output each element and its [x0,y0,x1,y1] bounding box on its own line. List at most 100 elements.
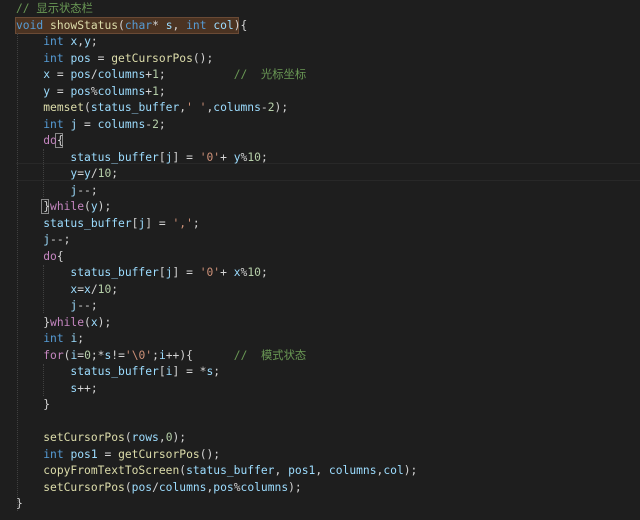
code-token-punctuation [16,332,43,345]
code-line[interactable]: for(i=0;*s!='\0';i++){ // 模式状态 [16,348,306,364]
code-line[interactable]: int x,y; [16,34,98,50]
code-token-punctuation [43,19,50,32]
code-token-control-keyword: while [50,315,85,329]
code-token-punctuation: ;* [90,348,105,362]
code-line[interactable]: int j = columns-2; [16,117,166,133]
code-token-punctuation: ] = [145,216,173,230]
code-line[interactable]: status_buffer[j] = '0'+ y%10; [16,150,267,166]
code-token-identifier: pos [131,480,153,494]
code-line[interactable]: setCursorPos(rows,0); [16,430,186,446]
code-line[interactable]: } [16,496,23,512]
code-token-punctuation: - [260,101,268,114]
code-token-keyword: int [43,117,64,131]
code-token-punctuation [16,365,70,378]
code-token-punctuation: / [90,167,98,180]
code-line[interactable]: memset(status_buffer,' ',columns-2); [16,100,288,116]
code-token-function-name: memset [43,101,85,114]
code-line[interactable]: s++; [16,381,97,397]
code-token-number-literal: 2 [152,117,159,131]
code-editor[interactable]: // 显示状态栏 void showStatus(char* s, int col… [0,0,640,520]
code-token-punctuation: ; [152,348,159,362]
code-token-identifier: columns [240,480,289,494]
code-token-punctuation: ; [77,332,85,345]
code-token-identifier: i [158,348,166,362]
code-token-punctuation [16,101,43,114]
code-token-punctuation: = [90,51,112,65]
code-line[interactable]: status_buffer[j] = ','; [16,216,199,232]
code-token-punctuation: ; [260,266,268,279]
code-token-identifier: status_buffer [70,365,159,378]
code-line[interactable]: void showStatus(char* s, int col){ [16,18,247,34]
code-line[interactable]: }while(y); [16,199,111,215]
code-token-punctuation [16,151,70,164]
code-token-string-literal: '0' [199,150,221,164]
code-line[interactable]: copyFromTextToScreen(status_buffer, pos1… [16,463,417,479]
code-line[interactable]: j--; [16,298,98,314]
code-line[interactable]: do{ [16,133,63,149]
code-token-punctuation: } [16,315,51,329]
code-token-punctuation: , [315,464,329,477]
code-line[interactable]: // 显示状态栏 [16,1,93,17]
code-token-punctuation: = [77,117,98,131]
code-line[interactable]: int i; [16,331,84,347]
code-token-string-literal: '0' [199,266,221,279]
code-token-identifier: x [84,282,91,296]
code-line[interactable]: } [16,397,50,413]
code-line[interactable]: j--; [16,183,97,199]
code-token-identifier: status_buffer [70,266,159,279]
code-line[interactable]: int pos = getCursorPos(); [16,51,213,67]
code-token-punctuation: ( [84,200,91,213]
code-token-punctuation: % [233,480,241,494]
code-token-punctuation: (); [192,51,214,65]
code-token-punctuation: --; [50,233,71,246]
code-line[interactable]: status_buffer[i] = *s; [16,364,220,380]
code-token-punctuation: ); [288,480,302,494]
code-token-punctuation: ( [84,315,91,329]
code-token-punctuation: --; [77,299,98,312]
code-line[interactable]: y = pos%columns+1; [16,84,165,100]
code-token-punctuation [16,431,43,444]
code-token-punctuation: ; [158,68,234,81]
code-line[interactable]: setCursorPos(pos/columns,pos%columns); [16,480,302,496]
code-token-punctuation: = [97,447,119,461]
code-token-punctuation: + [220,150,234,164]
code-token-punctuation: = [50,68,71,81]
code-token-identifier: pos1 [288,464,316,477]
code-token-punctuation: ); [274,101,289,114]
code-token-punctuation: } [16,497,23,510]
code-line[interactable]: j--; [16,232,70,248]
code-line[interactable]: y=y/10; [16,166,118,182]
code-token-punctuation [16,68,43,81]
code-token-punctuation: ; [158,117,166,131]
code-line[interactable]: int pos1 = getCursorPos(); [16,447,220,463]
code-token-punctuation [16,464,43,477]
code-line[interactable]: status_buffer[j] = '0'+ x%10; [16,265,268,281]
code-line[interactable]: x=x/10; [16,282,118,298]
code-token-keyword: int [43,51,64,65]
code-token-punctuation: ( [124,480,132,494]
code-token-identifier: pos [70,51,91,65]
code-token-function-name: setCursorPos [43,431,125,444]
code-token-punctuation [16,349,43,362]
code-token-punctuation: , [274,464,289,477]
code-token-function-name: showStatus [50,18,119,32]
code-token-punctuation: ); [403,464,418,477]
code-token-punctuation [16,35,43,48]
code-token-keyword: int [43,35,64,48]
code-token-identifier: y [43,84,51,98]
code-line[interactable]: }while(x); [16,315,111,331]
code-token-punctuation [16,233,43,246]
code-token-punctuation: ( [124,431,132,444]
code-token-punctuation: % [90,84,98,98]
code-token-punctuation [16,217,43,230]
code-token-identifier: col [213,18,234,32]
code-token-identifier: status_buffer [90,101,180,114]
code-token-punctuation: , [158,431,166,444]
code-token-number-literal: 10 [247,150,261,164]
code-token-identifier: col [383,464,404,477]
code-token-identifier: x [90,315,98,329]
code-line[interactable]: x = pos/columns+1; // 光标坐标 [16,67,306,83]
code-token-punctuation: ; [90,35,98,48]
code-line[interactable]: do{ [16,249,63,265]
code-token-control-keyword: do [43,249,57,263]
